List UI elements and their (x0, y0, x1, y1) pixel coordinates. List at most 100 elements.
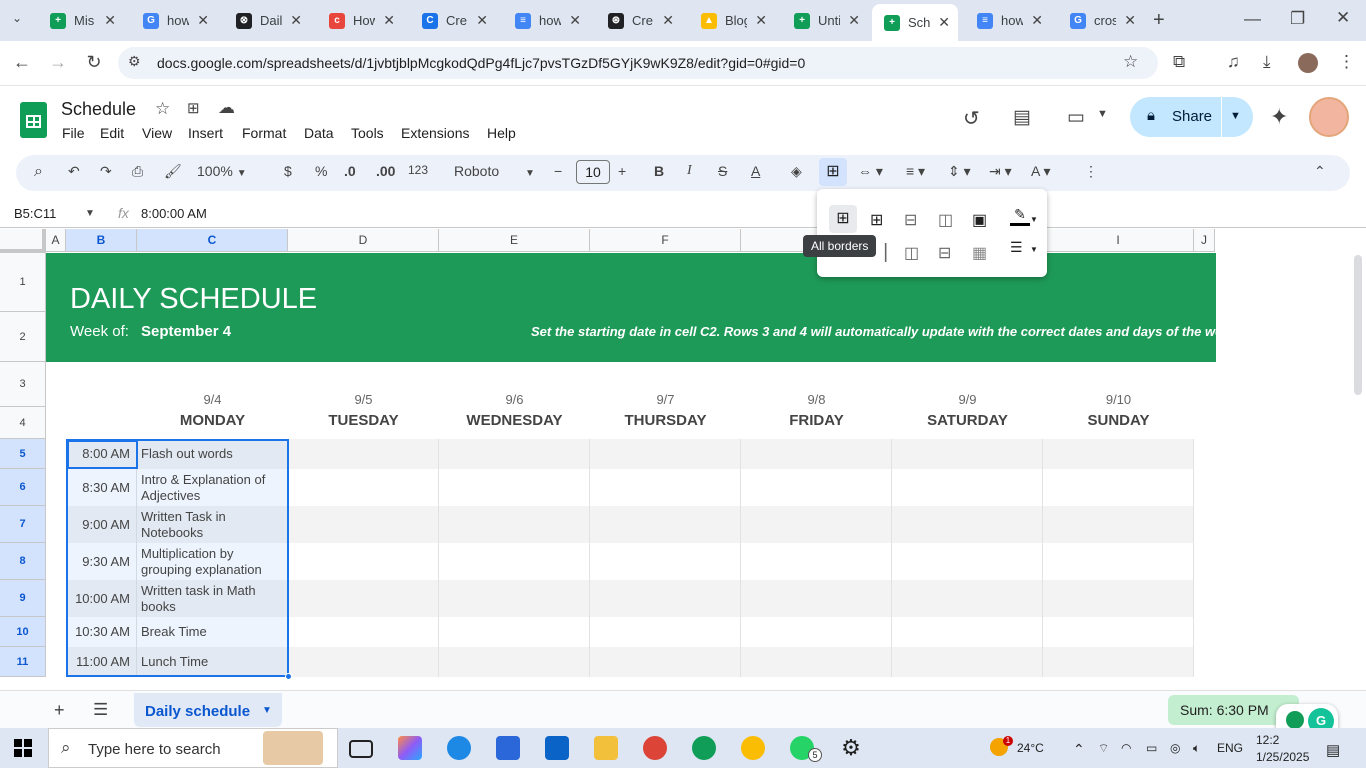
back-icon[interactable]: ← (10, 52, 34, 73)
media-icon[interactable]: ♫ (1227, 52, 1240, 72)
schedule-activity[interactable]: Written Task in Notebooks (141, 509, 286, 541)
grid-cell[interactable] (892, 506, 1043, 543)
clear-borders-option[interactable]: ▦ (972, 243, 987, 263)
minimize-icon[interactable]: — (1244, 9, 1261, 29)
row-header[interactable]: 6 (0, 469, 46, 506)
name-box[interactable]: B5:C11 (14, 206, 56, 221)
edge-icon[interactable] (447, 736, 471, 760)
increase-font-icon[interactable]: + (618, 163, 626, 179)
collapse-menu-icon[interactable]: ⌃ (1314, 163, 1326, 180)
weather-temp[interactable]: 24°C (1017, 741, 1044, 755)
day-date[interactable]: 9/10 (1043, 392, 1194, 407)
close-window-icon[interactable]: ✕ (1336, 8, 1350, 28)
grid-cell[interactable] (288, 543, 439, 580)
start-button[interactable] (14, 739, 32, 757)
column-header[interactable]: I (1043, 229, 1194, 252)
day-name[interactable]: THURSDAY (590, 412, 741, 429)
grid-cell[interactable] (741, 439, 892, 469)
tab-close-icon[interactable]: ✕ (290, 12, 302, 29)
increase-decimal-button[interactable]: .00 (376, 163, 395, 179)
tab-close-icon[interactable]: ✕ (1124, 12, 1136, 29)
outlook-icon[interactable] (545, 736, 569, 760)
grid-cell[interactable] (439, 439, 590, 469)
day-name[interactable]: FRIDAY (741, 412, 892, 429)
menu-tools[interactable]: Tools (351, 125, 384, 141)
row-header[interactable]: 2 (0, 312, 46, 362)
menu-extensions[interactable]: Extensions (401, 125, 469, 141)
new-tab-icon[interactable]: + (1153, 9, 1165, 32)
font-size-input[interactable]: 10 (576, 160, 610, 184)
language-indicator[interactable]: ENG (1217, 741, 1243, 755)
extensions-icon[interactable]: ⧉ (1173, 52, 1185, 72)
task-view-icon[interactable] (349, 740, 373, 758)
chrome-icon[interactable] (692, 736, 716, 760)
clock-date[interactable]: 1/25/2025 (1256, 750, 1309, 764)
vertical-align-icon[interactable]: ⇕ ▾ (948, 163, 971, 180)
bookmark-star-icon[interactable]: ☆ (1123, 52, 1138, 72)
notifications-icon[interactable]: ▤ (1326, 741, 1340, 759)
fill-color-icon[interactable]: ◈ (791, 163, 802, 180)
grid-cell[interactable] (892, 580, 1043, 617)
restore-icon[interactable]: ❐ (1290, 9, 1305, 29)
formula-input[interactable]: 8:00:00 AM (141, 206, 207, 221)
week-of-value[interactable]: September 4 (141, 323, 231, 340)
schedule-time[interactable]: 9:30 AM (67, 554, 136, 569)
browser-tab[interactable]: ≡ how ✕ (503, 7, 589, 34)
column-header[interactable]: J (1194, 229, 1215, 252)
day-date[interactable]: 9/9 (892, 392, 1043, 407)
move-folder-icon[interactable]: ⊞ (187, 99, 200, 117)
vertical-scrollbar[interactable] (1354, 255, 1362, 395)
row-header[interactable]: 11 (0, 647, 46, 677)
copilot-icon[interactable] (398, 736, 422, 760)
grid-cell[interactable] (590, 580, 741, 617)
profile-avatar[interactable] (1298, 53, 1318, 73)
day-date[interactable]: 9/5 (288, 392, 439, 407)
menu-insert[interactable]: Insert (188, 125, 223, 141)
grid-cell[interactable] (439, 469, 590, 506)
reload-icon[interactable]: ↻ (82, 52, 106, 73)
browser-tab[interactable]: ≡ how ✕ (965, 7, 1051, 34)
column-header[interactable]: C (137, 229, 288, 252)
grid-cell[interactable] (892, 469, 1043, 506)
clock-time[interactable]: 12:2 (1256, 733, 1279, 747)
grid-cell[interactable] (439, 580, 590, 617)
grid-cell[interactable] (1043, 580, 1194, 617)
schedule-title[interactable]: DAILY SCHEDULE (70, 283, 317, 316)
chrome-active-icon[interactable] (741, 736, 765, 760)
menu-view[interactable]: View (142, 125, 172, 141)
browser-tab[interactable]: c How ✕ (317, 7, 403, 34)
namebox-dropdown-icon[interactable]: ▼ (85, 208, 95, 219)
outer-borders-option[interactable]: ▣ (972, 210, 987, 230)
row-header[interactable]: 10 (0, 617, 46, 647)
comments-icon[interactable]: ▤ (1013, 106, 1031, 129)
grid-cell[interactable] (1043, 469, 1194, 506)
text-color-button[interactable]: A (751, 163, 760, 179)
gemini-icon[interactable]: ✦ (1270, 104, 1288, 130)
tab-search-icon[interactable]: ⌄ (12, 11, 22, 25)
browser-tab[interactable]: Ghow ✕ (131, 7, 217, 34)
sheet-tab-dropdown-icon[interactable]: ▼ (262, 705, 272, 716)
day-name[interactable]: WEDNESDAY (439, 412, 590, 429)
day-date[interactable]: 9/4 (137, 392, 288, 407)
horizontal-borders-option[interactable]: ⊟ (904, 210, 917, 230)
grid-cell[interactable] (288, 439, 439, 469)
grid-cell[interactable] (288, 647, 439, 677)
version-history-icon[interactable]: ↺ (963, 106, 980, 131)
grid-cell[interactable] (741, 647, 892, 677)
search-menus-icon[interactable]: ⌕ (34, 163, 43, 181)
grid-cell[interactable] (439, 506, 590, 543)
grid-cell[interactable] (288, 469, 439, 506)
browser-tab[interactable]: + Mis ✕ (38, 7, 124, 34)
download-icon[interactable]: ⤓ (1263, 52, 1271, 72)
border-style-dropdown-icon[interactable]: ▼ (1030, 245, 1038, 254)
document-title[interactable]: Schedule (61, 99, 136, 120)
grid-cell[interactable] (1043, 439, 1194, 469)
column-header[interactable]: B (66, 229, 137, 252)
tab-close-icon[interactable]: ✕ (755, 12, 767, 29)
volume-icon[interactable]: 🔈︎ (1193, 741, 1200, 756)
all-borders-option[interactable]: ⊞ (829, 205, 857, 233)
share-dropdown-icon[interactable]: ▼ (1230, 110, 1241, 122)
currency-button[interactable]: $ (284, 163, 292, 179)
tab-close-icon[interactable]: ✕ (1031, 12, 1043, 29)
row-header[interactable]: 3 (0, 362, 46, 407)
